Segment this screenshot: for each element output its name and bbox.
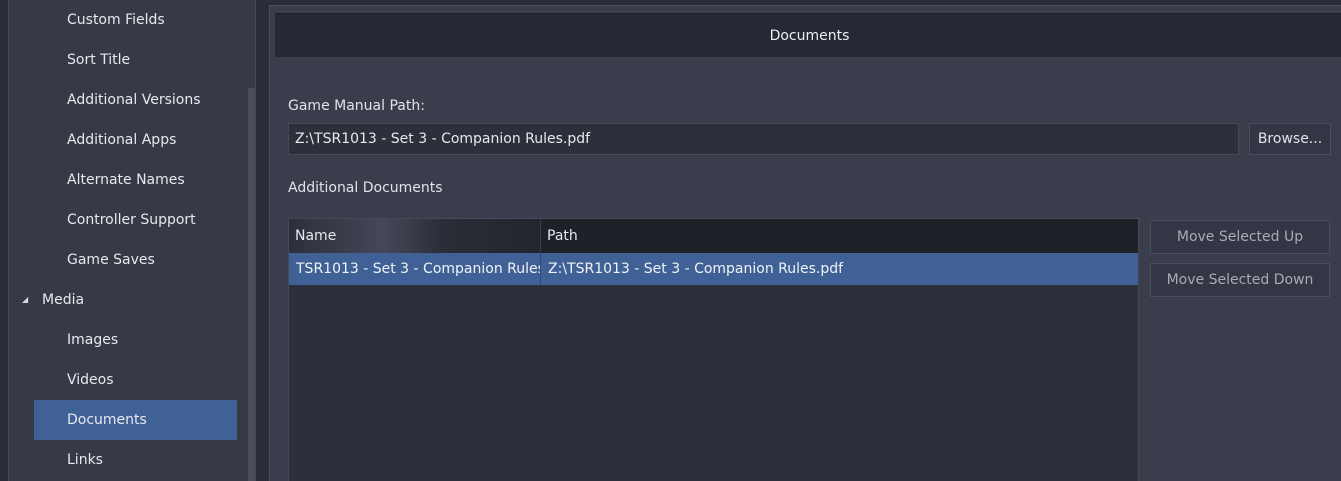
move-selected-up-button[interactable]: Move Selected Up [1150,220,1330,254]
table-cell-name: TSR1013 - Set 3 - Companion Rules [289,253,541,285]
column-header-name[interactable]: Name [289,219,541,253]
page-title: Documents [769,28,850,44]
table-row[interactable]: TSR1013 - Set 3 - Companion Rules Z:\TSR… [289,253,1138,285]
sidebar-scrollbar[interactable] [247,0,255,481]
sidebar-item-label: Media [42,292,85,308]
sidebar-item-custom-fields[interactable]: Custom Fields [34,0,237,40]
sidebar-item-label: Images [67,332,119,348]
sidebar-item-alternate-names[interactable]: Alternate Names [34,160,237,200]
sidebar-item-label: Additional Versions [67,92,201,108]
sidebar-item-label: Custom Fields [67,12,165,28]
sidebar-item-videos[interactable]: Videos [34,360,237,400]
sidebar-item-links[interactable]: Links [34,440,237,480]
sidebar-item-sort-title[interactable]: Sort Title [34,40,237,80]
additional-documents-label: Additional Documents [288,180,443,196]
table-header: Name Path [289,219,1138,253]
app-window: Custom Fields Sort Title Additional Vers… [0,0,1341,481]
sidebar-item-label: Links [67,452,103,468]
sidebar-item-game-saves[interactable]: Game Saves [34,240,237,280]
sidebar-item-images[interactable]: Images [34,320,237,360]
sidebar-nav: Custom Fields Sort Title Additional Vers… [8,0,256,481]
sidebar-item-label: Sort Title [67,52,131,68]
game-manual-path-label: Game Manual Path: [288,98,425,114]
sidebar-item-additional-apps[interactable]: Additional Apps [34,120,237,160]
sidebar-item-controller-support[interactable]: Controller Support [34,200,237,240]
game-manual-path-input[interactable] [288,123,1239,155]
sidebar-item-additional-versions[interactable]: Additional Versions [34,80,237,120]
sidebar-item-label: Additional Apps [67,132,177,148]
table-cell-path: Z:\TSR1013 - Set 3 - Companion Rules.pdf [548,261,844,277]
sidebar-item-label: Alternate Names [67,172,185,188]
browse-button[interactable]: Browse... [1249,123,1331,155]
move-selected-down-button[interactable]: Move Selected Down [1150,263,1330,297]
sidebar-item-label: Videos [67,372,114,388]
column-header-path[interactable]: Path [541,219,1138,253]
sidebar-item-label: Controller Support [67,212,196,228]
sidebar-item-documents[interactable]: Documents [34,400,237,440]
panel-header: Documents [275,13,1341,57]
documents-panel: Documents Game Manual Path: Browse... Ad… [269,5,1341,481]
expanded-triangle-icon[interactable]: ◢ [22,280,28,320]
sidebar-item-label: Documents [67,412,147,428]
sidebar-item-label: Game Saves [67,252,155,268]
sidebar-scrollbar-thumb[interactable] [248,88,255,481]
additional-documents-table[interactable]: Name Path TSR1013 - Set 3 - Companion Ru… [288,218,1139,481]
sidebar-group-media[interactable]: ◢ Media [22,280,237,320]
